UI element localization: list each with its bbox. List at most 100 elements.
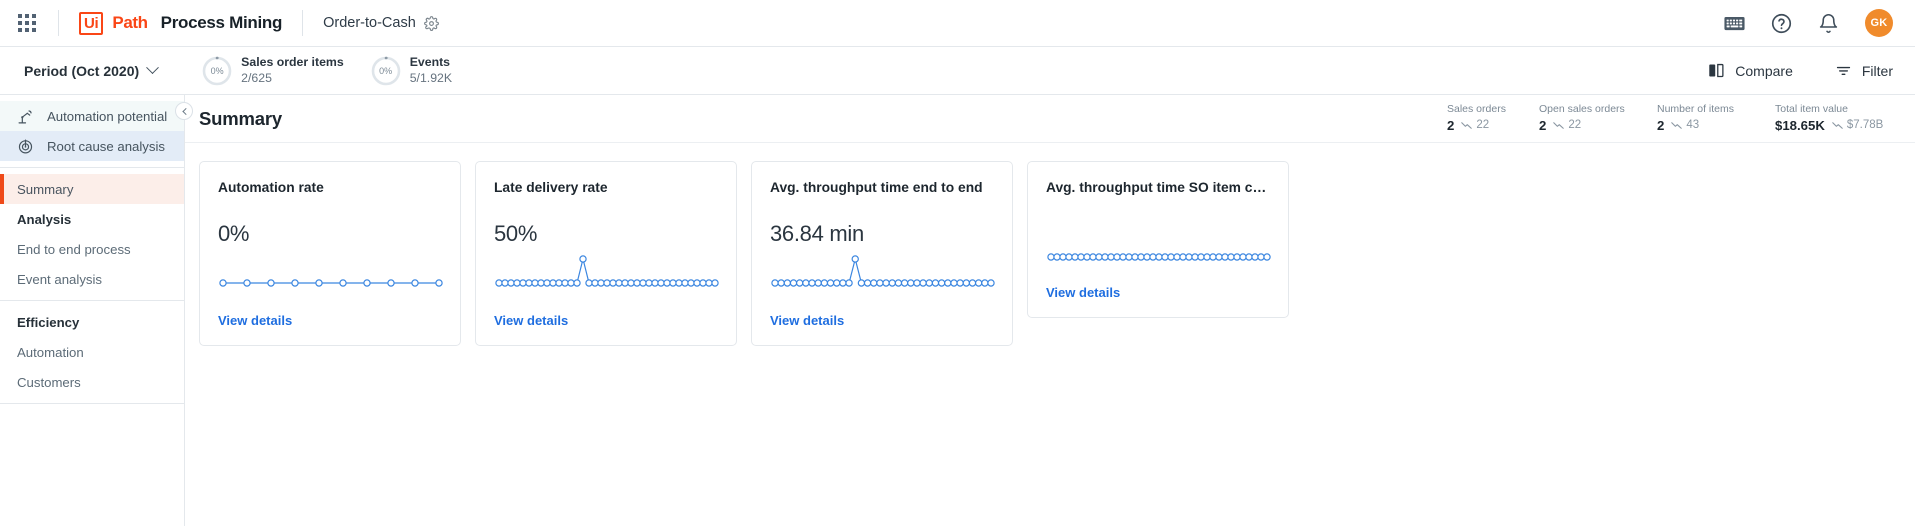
- stat-total-item-value: Total item value $18.65K $7.78B: [1775, 103, 1893, 135]
- process-selector[interactable]: Order-to-Cash: [323, 15, 439, 31]
- stat-compare: 22: [1553, 118, 1581, 133]
- metric-subtitle: 5/1.92K: [409, 70, 453, 85]
- kpi-card-automation-rate[interactable]: Automation rate 0% View details: [199, 161, 461, 346]
- kpi-card-late-delivery-rate[interactable]: Late delivery rate 50% View details: [475, 161, 737, 346]
- stat-label: Number of items: [1657, 102, 1735, 115]
- sidebar-item-label: Automation potential: [47, 108, 168, 124]
- top-header: Ui Path Process Mining Order-to-Cash GK: [0, 0, 1915, 47]
- donut-percent-label: 0%: [379, 65, 393, 76]
- help-circle-icon[interactable]: [1771, 13, 1792, 34]
- stat-compare-value: 43: [1686, 119, 1700, 132]
- sidebar-item-label: Event analysis: [17, 271, 103, 287]
- stat-label: Total item value: [1775, 102, 1848, 115]
- sidebar-item-automation-potential[interactable]: Automation potential: [0, 101, 184, 131]
- kpi-card-list: Automation rate 0% View details Late del…: [185, 143, 1915, 346]
- logo-path-text: Path: [112, 13, 148, 32]
- chevron-left-icon: [181, 107, 189, 115]
- filter-bar: Period (Oct 2020) 0% Sales order items 2…: [0, 47, 1915, 95]
- sidebar-item-end-to-end-process[interactable]: End to end process: [0, 234, 184, 264]
- avatar[interactable]: GK: [1865, 9, 1893, 37]
- trend-down-icon: [1553, 122, 1565, 130]
- donut-percent-label: 0%: [210, 65, 224, 76]
- sidebar-item-label: Root cause analysis: [47, 138, 166, 154]
- sidebar-item-label: Summary: [17, 181, 74, 197]
- stat-value: $18.65K: [1775, 118, 1825, 134]
- sparkline-chart: [1046, 228, 1272, 267]
- sidebar-collapse-button[interactable]: [175, 102, 193, 120]
- stat-compare: 22: [1461, 118, 1489, 133]
- card-title: Late delivery rate: [494, 180, 608, 195]
- filter-metric-events[interactable]: 0% Events 5/1.92K: [370, 55, 452, 87]
- divider: [302, 10, 304, 36]
- uipath-logo[interactable]: Ui Path Process Mining: [79, 11, 283, 35]
- view-details-link[interactable]: View details: [494, 313, 568, 328]
- robot-arm-icon: [18, 109, 32, 123]
- compare-icon: [1709, 63, 1724, 78]
- card-value: 0%: [218, 221, 250, 246]
- notification-bell-icon[interactable]: [1818, 13, 1839, 34]
- product-name: Process Mining: [160, 13, 283, 32]
- sidebar-item-event-analysis[interactable]: Event analysis: [0, 264, 184, 294]
- trend-down-icon: [1461, 122, 1473, 130]
- page-title: Summary: [199, 107, 282, 129]
- trend-down-icon: [1832, 122, 1843, 130]
- sidebar-item-label: End to end process: [17, 241, 131, 257]
- sidebar-item-label: Customers: [17, 374, 81, 390]
- sidebar-item-summary[interactable]: Summary: [0, 174, 184, 204]
- sidebar-section-efficiency[interactable]: Efficiency: [0, 307, 184, 337]
- process-name-label: Order-to-Cash: [323, 15, 416, 31]
- compare-label: Compare: [1735, 62, 1793, 79]
- donut-progress: 0%: [201, 55, 233, 87]
- chevron-down-icon: [146, 61, 160, 75]
- sidebar-item-root-cause-analysis[interactable]: Root cause analysis: [0, 131, 184, 161]
- view-details-link[interactable]: View details: [218, 313, 292, 328]
- keyboard-icon[interactable]: [1724, 13, 1745, 34]
- view-details-link[interactable]: View details: [770, 313, 844, 328]
- stat-value: 2: [1447, 118, 1455, 134]
- gear-icon[interactable]: [423, 15, 439, 31]
- stat-label: Open sales orders: [1539, 102, 1625, 115]
- target-bullseye-icon: [18, 139, 33, 153]
- sidebar-section-label: Analysis: [17, 211, 72, 227]
- stat-compare: 43: [1671, 118, 1699, 133]
- sparkline-chart: [494, 254, 720, 293]
- period-selector[interactable]: Period (Oct 2020): [24, 61, 160, 79]
- filter-bar-actions: Compare Filter: [1708, 62, 1893, 79]
- metric-subtitle: 2/625: [241, 70, 272, 85]
- sidebar-divider: [0, 300, 184, 301]
- view-details-link[interactable]: View details: [1046, 285, 1120, 300]
- sidebar-item-label: Automation: [17, 344, 84, 360]
- stat-sales-orders: Sales orders 2 22: [1447, 103, 1539, 135]
- kpi-card-avg-throughput-end-to-end[interactable]: Avg. throughput time end to end 36.84 mi…: [751, 161, 1013, 346]
- divider: [58, 10, 59, 36]
- sparkline-chart: [218, 268, 444, 293]
- period-label: Period (Oct 2020): [24, 62, 140, 79]
- stat-compare-value: 22: [1476, 119, 1490, 132]
- stat-compare: $7.78B: [1832, 118, 1883, 133]
- sidebar: Automation potential Root cause analysis…: [0, 95, 193, 526]
- sidebar-section-label: Efficiency: [17, 314, 80, 330]
- sidebar-item-automation[interactable]: Automation: [0, 337, 184, 367]
- filter-button[interactable]: Filter: [1835, 62, 1893, 79]
- summary-stats: Sales orders 2 22 Open sales orders 2 22…: [1447, 103, 1893, 135]
- kpi-card-avg-throughput-so-item-creation[interactable]: Avg. throughput time SO item cre… View d…: [1027, 161, 1289, 318]
- stat-value: 2: [1539, 118, 1547, 134]
- filter-metric-sales-order-items[interactable]: 0% Sales order items 2/625: [201, 55, 344, 87]
- sidebar-section-analysis[interactable]: Analysis: [0, 204, 184, 234]
- main-content: Summary Sales orders 2 22 Open sales ord…: [185, 95, 1915, 526]
- card-title: Avg. throughput time SO item cre…: [1046, 180, 1270, 195]
- filter-label: Filter: [1861, 62, 1893, 79]
- apps-grid-icon[interactable]: [16, 12, 38, 34]
- sidebar-divider: [0, 167, 184, 168]
- sidebar-item-customers[interactable]: Customers: [0, 367, 184, 397]
- sidebar-divider: [0, 403, 184, 404]
- filter-funnel-icon: [1836, 66, 1851, 76]
- stat-compare-value: $7.78B: [1846, 119, 1884, 132]
- stat-value: 2: [1657, 118, 1665, 134]
- stat-open-sales-orders: Open sales orders 2 22: [1539, 103, 1657, 135]
- card-value: 36.84 min: [770, 221, 864, 246]
- sparkline-chart: [770, 254, 996, 293]
- metric-title: Events: [409, 54, 451, 69]
- stat-label: Sales orders: [1447, 102, 1506, 115]
- compare-button[interactable]: Compare: [1708, 62, 1793, 79]
